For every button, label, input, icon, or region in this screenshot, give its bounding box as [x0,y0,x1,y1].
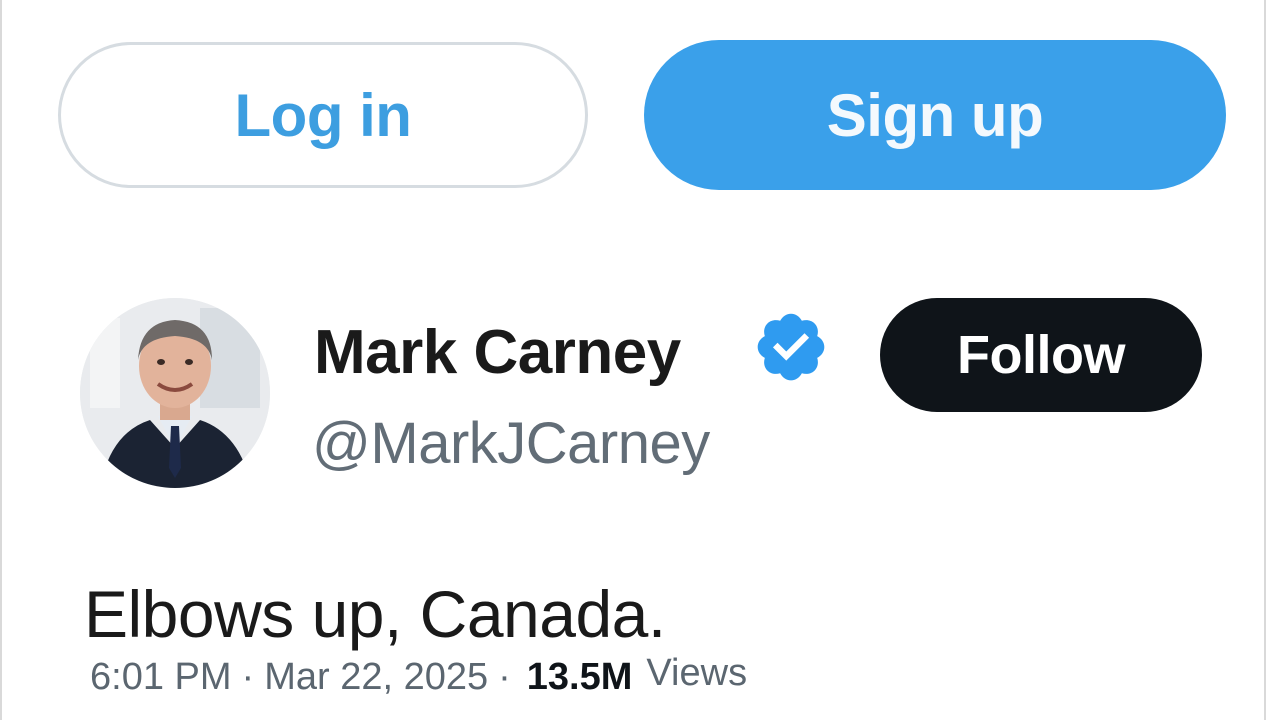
tweet-time[interactable]: 6:01 PM [90,656,232,699]
display-name[interactable]: Mark Carney [314,312,681,392]
avatar[interactable] [80,298,270,488]
login-button[interactable]: Log in [58,42,588,188]
tweet-text: Elbows up, Canada. [84,577,666,651]
tweet-meta: 6:01 PM · Mar 22, 2025 · 13.5M Views [90,652,747,702]
meta-separator: · [241,656,255,698]
follow-button[interactable]: Follow [880,298,1202,412]
meta-separator: · [498,656,511,698]
signup-button[interactable]: Sign up [644,40,1226,190]
tweet-date[interactable]: Mar 22, 2025 [264,656,488,699]
avatar-photo [80,298,270,488]
views-count[interactable]: 13.5M [527,656,633,699]
user-handle[interactable]: @MarkJCarney [312,410,710,477]
right-border [1264,0,1266,720]
tweet-page: Log in Sign up Mark Carney @MarkJCarney … [0,0,1280,720]
verified-badge-icon [757,313,825,381]
views-label: Views [646,652,748,694]
left-border [0,0,2,720]
